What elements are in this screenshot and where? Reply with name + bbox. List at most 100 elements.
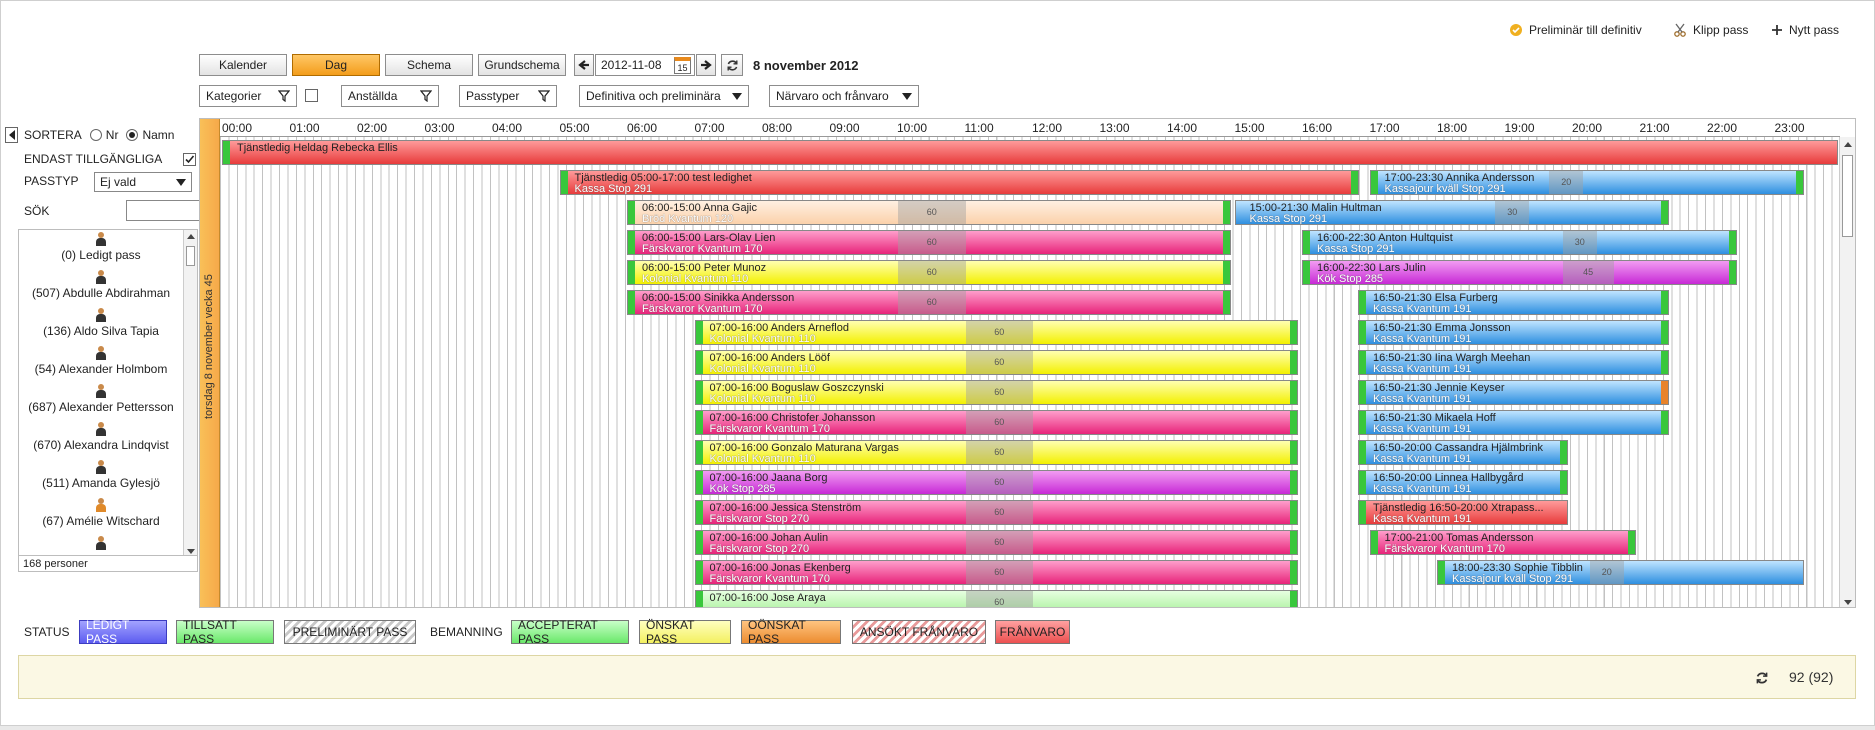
narvaro-dropdown[interactable]: Närvaro och frånvaro xyxy=(769,85,919,107)
date-input[interactable]: 2012-11-08 15 xyxy=(595,54,695,76)
shift-block[interactable]: 20 18:00-23:30 Sophie Tibblin Kassajour kv… xyxy=(1437,560,1805,585)
shift-start-marker[interactable] xyxy=(1359,441,1367,464)
calendar-icon[interactable]: 15 xyxy=(674,57,691,74)
shift-end-marker[interactable] xyxy=(1290,591,1297,607)
shift-start-marker[interactable] xyxy=(1359,381,1367,404)
shift-block[interactable]: 16:50-21:30 Iina Wargh Meehan Kassa Kvant… xyxy=(1358,350,1670,375)
shift-block[interactable]: 60 07:00-16:00 Jose Araya xyxy=(694,590,1298,607)
shift-block[interactable]: Tjänstledig Heldag Rebecka Ellis xyxy=(222,140,1838,165)
shift-start-marker[interactable] xyxy=(1359,411,1367,434)
employee-list[interactable]: (0) Ledigt pass (507) Abdulle Abdirahman (… xyxy=(18,229,198,556)
shift-block[interactable]: 20 17:00-23:30 Annika Andersson Kassajour … xyxy=(1369,170,1805,195)
prev-day-button[interactable] xyxy=(574,54,594,76)
shift-block[interactable]: 60 07:00-16:00 Anders Lööf Kolonial Kvantu… xyxy=(694,350,1298,375)
shift-start-marker[interactable] xyxy=(695,591,703,607)
shift-start-marker[interactable] xyxy=(1359,351,1367,374)
sort-nr-radio[interactable] xyxy=(89,129,102,141)
shift-block[interactable]: 60 06:00-15:00 Peter Munoz Kolonial Kvantu… xyxy=(627,260,1231,285)
shift-block[interactable]: Tjänstledig 05:00-17:00 test ledighet Kas… xyxy=(559,170,1359,195)
scroll-up-icon[interactable] xyxy=(184,230,197,242)
schedule-grid[interactable]: Tjänstledig Heldag Rebecka Ellis Tjänstle… xyxy=(220,137,1840,607)
scroll-down-icon[interactable] xyxy=(1840,595,1855,607)
shift-block[interactable]: 16:50-20:00 Linnea Hallbygård Kassa Kvant… xyxy=(1358,470,1568,495)
kategorier-checkbox[interactable] xyxy=(305,89,318,102)
shift-block[interactable]: 30 15:00-21:30 Malin Hultman Kassa Stop 29… xyxy=(1234,200,1670,225)
collapse-panel-button[interactable] xyxy=(5,127,18,143)
shift-block[interactable]: 60 07:00-16:00 Gonzalo Maturana Vargas Kol… xyxy=(694,440,1298,465)
list-item[interactable]: (0) Ledigt pass xyxy=(19,230,183,268)
shift-start-marker[interactable] xyxy=(1438,561,1445,584)
shift-start-marker[interactable] xyxy=(695,471,703,494)
day-schedule[interactable]: torsdag 8 november vecka 45 00:00 01:00 02… xyxy=(199,118,1856,608)
tab-dag[interactable]: Dag xyxy=(292,54,380,76)
scroll-thumb[interactable] xyxy=(186,246,195,266)
anstallda-filter[interactable]: Anställda xyxy=(341,85,439,107)
tab-schema[interactable]: Schema xyxy=(385,54,473,76)
shift-start-marker[interactable] xyxy=(695,441,703,464)
shift-block[interactable]: 60 07:00-16:00 Jonas Ekenberg Färskvaror K… xyxy=(694,560,1298,585)
list-item[interactable]: (670) Alexandra Lindqvist xyxy=(19,420,183,458)
shift-block[interactable]: 60 07:00-16:00 Jaana Borg Kök Stop 285 xyxy=(694,470,1298,495)
klipp-pass-button[interactable]: Klipp pass xyxy=(1673,23,1748,37)
shift-block[interactable]: 45 16:00-22:30 Lars Julin Kök Stop 285 xyxy=(1302,260,1737,285)
tab-kalender[interactable]: Kalender xyxy=(199,54,287,76)
shift-block[interactable]: 60 07:00-16:00 Jessica Stenström Färskvaro… xyxy=(694,500,1298,525)
shift-start-marker[interactable] xyxy=(628,201,635,224)
scroll-up-icon[interactable] xyxy=(1840,137,1855,151)
shift-start-marker[interactable] xyxy=(695,351,703,374)
sort-namn-radio[interactable] xyxy=(126,129,139,141)
shift-start-marker[interactable] xyxy=(695,321,703,344)
shift-start-marker[interactable] xyxy=(628,291,635,314)
scroll-thumb[interactable] xyxy=(1842,155,1853,237)
shift-block[interactable]: Tjänstledig 16:50-20:00 Xtrapass... Kassa… xyxy=(1358,500,1568,525)
next-day-button[interactable] xyxy=(696,54,716,76)
schedule-scrollbar[interactable] xyxy=(1839,137,1855,607)
nytt-pass-button[interactable]: Nytt pass xyxy=(1771,23,1839,37)
shift-start-marker[interactable] xyxy=(628,231,635,254)
shift-block[interactable]: 60 07:00-16:00 Boguslaw Goszczynski Koloni… xyxy=(694,380,1298,405)
shift-start-marker[interactable] xyxy=(1359,291,1367,314)
list-item[interactable]: (687) Alexander Pettersson xyxy=(19,382,183,420)
tab-grundschema[interactable]: Grundschema xyxy=(478,54,566,76)
shift-block[interactable]: 17:00-21:00 Tomas Andersson Färskvaror Kv… xyxy=(1369,530,1636,555)
shift-start-marker[interactable] xyxy=(1303,231,1310,254)
list-item[interactable]: (54) Alexander Holmbom xyxy=(19,344,183,382)
shift-block[interactable]: 16:50-20:00 Cassandra Hjälmbrink Kassa Kv… xyxy=(1358,440,1568,465)
passtyper-filter[interactable]: Passtyper xyxy=(459,85,557,107)
shift-start-marker[interactable] xyxy=(1370,531,1378,554)
shift-block[interactable]: 16:50-21:30 Elsa Furberg Kassa Kvantum 19… xyxy=(1358,290,1670,315)
shift-start-marker[interactable] xyxy=(560,171,568,194)
shift-block[interactable]: 16:50-21:30 Mikaela Hoff Kassa Kvantum 19… xyxy=(1358,410,1670,435)
shift-start-marker[interactable] xyxy=(1359,501,1367,524)
refresh-button[interactable] xyxy=(721,54,743,76)
list-item[interactable]: (136) Aldo Silva Tapia xyxy=(19,306,183,344)
shift-start-marker[interactable] xyxy=(1370,171,1378,194)
shift-block[interactable]: 16:50-21:30 Jennie Keyser Kassa Kvantum 1… xyxy=(1358,380,1670,405)
shift-block[interactable]: 60 06:00-15:00 Lars-Olav Lien Färskvaror K… xyxy=(627,230,1231,255)
refresh-icon[interactable] xyxy=(1755,671,1769,685)
shift-start-marker[interactable] xyxy=(223,141,230,164)
employee-list-scrollbar[interactable] xyxy=(183,230,197,555)
list-item[interactable]: (67) Amélie Witschard xyxy=(19,496,183,534)
shift-start-marker[interactable] xyxy=(695,501,703,524)
shift-block[interactable]: 60 06:00-15:00 Anna Gajic Bröd Kvantum 120 xyxy=(627,200,1231,225)
shift-block[interactable]: 30 16:00-22:30 Anton Hultquist Kassa Stop … xyxy=(1302,230,1737,255)
shift-start-marker[interactable] xyxy=(695,531,703,554)
shift-start-marker[interactable] xyxy=(1303,261,1310,284)
shift-start-marker[interactable] xyxy=(1359,321,1367,344)
shift-start-marker[interactable] xyxy=(695,561,703,584)
shift-start-marker[interactable] xyxy=(695,411,703,434)
shift-block[interactable]: 60 07:00-16:00 Christofer Johansson Färskv… xyxy=(694,410,1298,435)
preliminar-till-definitiv-button[interactable]: Preliminär till definitiv xyxy=(1509,23,1642,37)
only-available-checkbox[interactable] xyxy=(183,152,196,166)
kategorier-filter[interactable]: Kategorier xyxy=(199,85,297,107)
shift-block[interactable]: 16:50-21:30 Emma Jonsson Kassa Kvantum 19… xyxy=(1358,320,1670,345)
shift-start-marker[interactable] xyxy=(1359,471,1367,494)
passtyp-select[interactable]: Ej vald xyxy=(94,172,192,192)
shift-start-marker[interactable] xyxy=(628,261,635,284)
definitiva-dropdown[interactable]: Definitiva och preliminära xyxy=(579,85,749,107)
scroll-down-icon[interactable] xyxy=(184,545,197,555)
shift-block[interactable]: 60 07:00-16:00 Johan Aulin Färskvaror Stop… xyxy=(694,530,1298,555)
list-item[interactable] xyxy=(19,534,183,555)
shift-start-marker[interactable] xyxy=(695,381,703,404)
